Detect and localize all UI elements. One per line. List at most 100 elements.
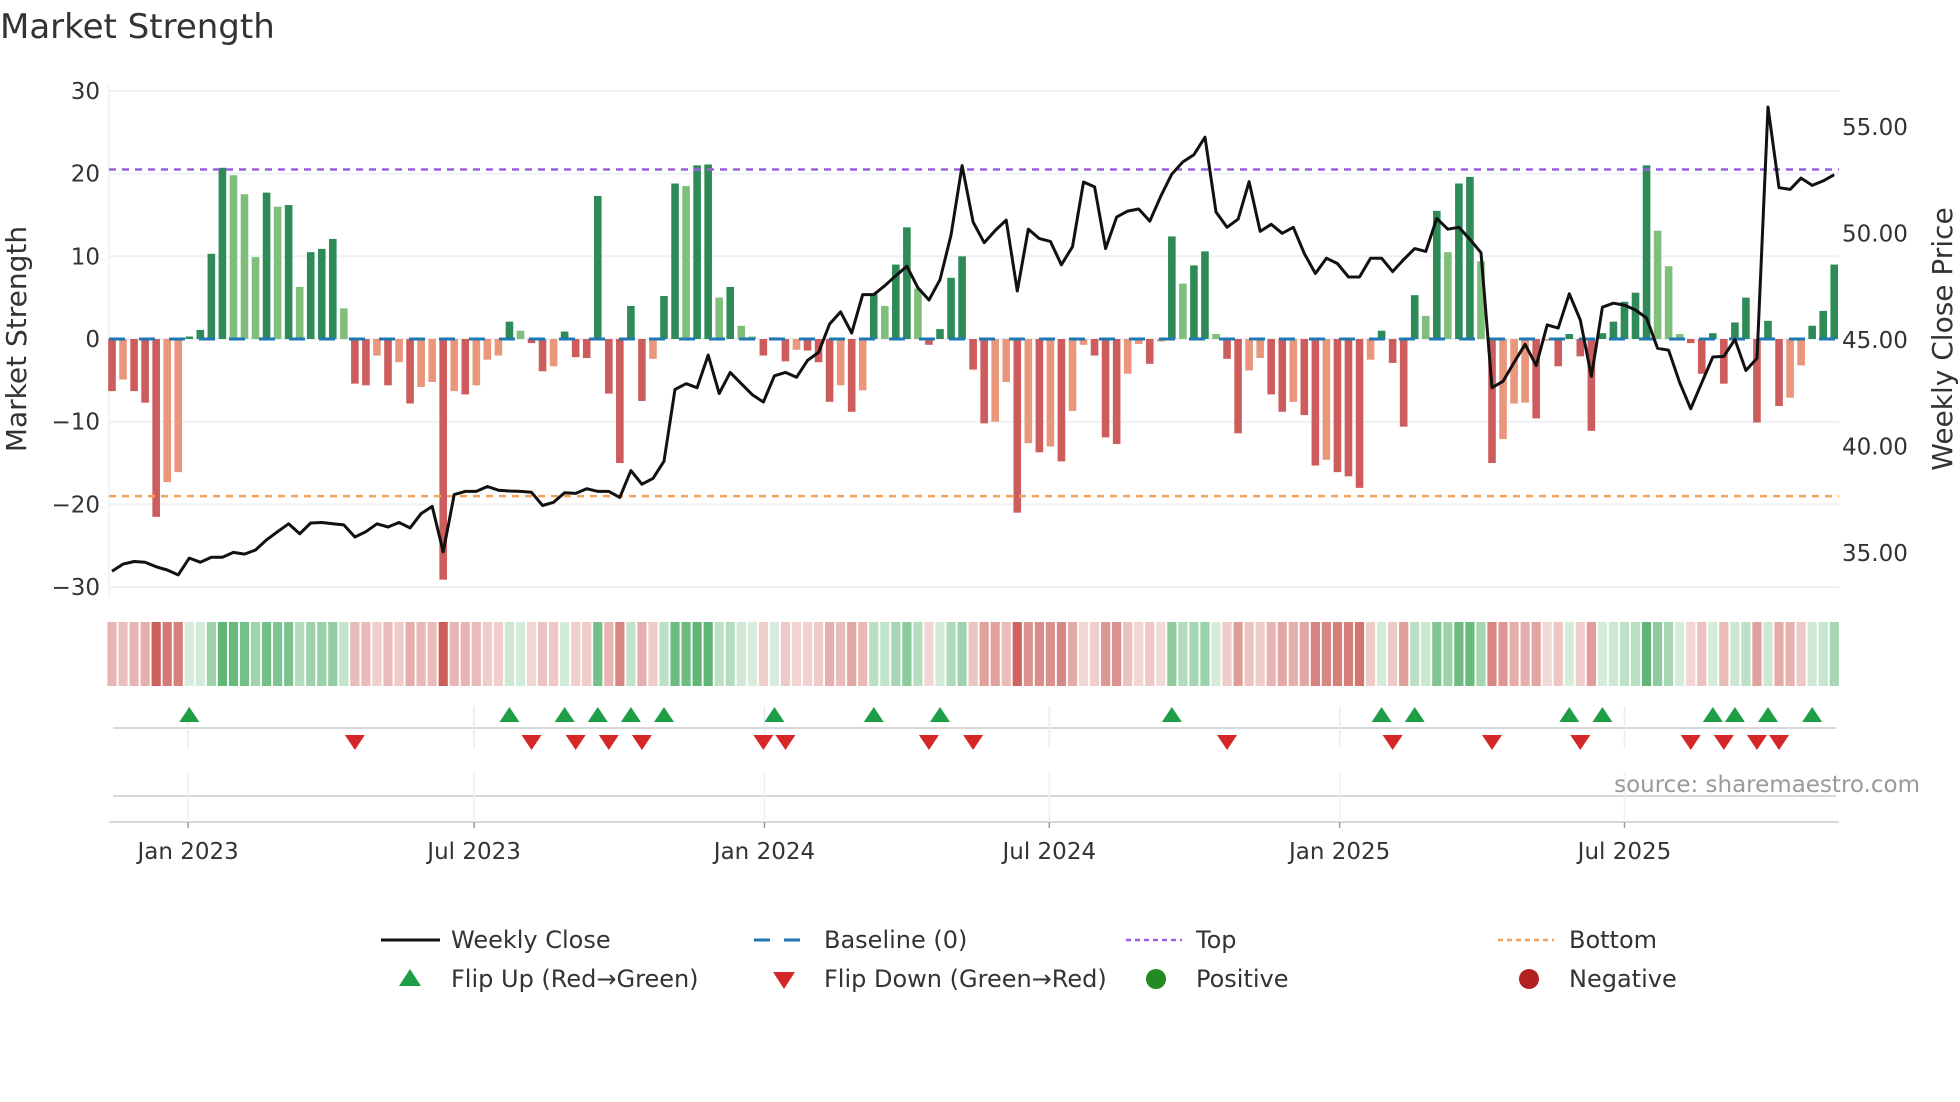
legend-label: Top [1195, 926, 1237, 954]
legend-weekly-close[interactable]: Weekly Close [381, 926, 611, 954]
y2-tick-label: 40.00 [1842, 435, 1908, 461]
legend-flip-up[interactable]: Flip Up (Red→Green) [399, 965, 699, 993]
strength-bar [273, 206, 282, 339]
flip-down-marker [598, 735, 619, 750]
heatmap-cell [604, 622, 614, 686]
heatmap-cell [725, 622, 735, 686]
heatmap-cell [1498, 622, 1508, 686]
strength-bar [1145, 339, 1154, 364]
legend-top[interactable]: Top [1126, 926, 1237, 954]
strength-bar [152, 339, 160, 517]
strength-bar [1112, 339, 1121, 445]
heatmap-cell [1233, 622, 1243, 686]
strength-bar [1653, 230, 1662, 339]
heatmap-cell [825, 622, 835, 686]
heatmap-cell [1310, 622, 1320, 686]
heatmap-cell [1818, 622, 1828, 686]
heatmap-cell [1134, 622, 1144, 686]
legend-flip-down[interactable]: Flip Down (Green→Red) [773, 965, 1107, 993]
strength-bar [836, 339, 845, 386]
flip-markers-panel [109, 706, 1839, 823]
flip-down-marker [918, 735, 939, 750]
strength-bar [605, 339, 613, 394]
heatmap-cell [1531, 622, 1541, 686]
flip-down-marker [1769, 735, 1790, 750]
legend-baseline[interactable]: Baseline (0) [754, 926, 967, 954]
strength-bar [1002, 339, 1011, 383]
strength-bar [1775, 339, 1783, 406]
heatmap-cell [1399, 622, 1409, 686]
y-tick-label: 0 [85, 327, 100, 353]
heatmap-cell [515, 622, 526, 686]
heatmap-cell [383, 622, 393, 686]
strength-bar [803, 339, 812, 351]
flip-down-marker [775, 735, 796, 750]
strength-bar [969, 339, 977, 370]
heatmap-cell [758, 622, 768, 686]
heatmap-cell [1664, 622, 1674, 686]
strength-bar [582, 339, 591, 359]
strength-bar [428, 339, 436, 383]
strength-bar [1576, 339, 1585, 357]
heatmap-cell [1774, 622, 1784, 686]
heatmap-cell [295, 622, 305, 686]
strength-bar [1609, 321, 1618, 339]
heatmap-cell [891, 622, 901, 686]
strength-bar [1510, 339, 1518, 404]
heatmap-cell [173, 622, 183, 686]
strength-bar [1444, 252, 1452, 339]
heatmap-cell [1697, 622, 1707, 686]
strength-bar [1686, 339, 1695, 344]
flip-up-marker [1161, 707, 1182, 722]
left-axis-ticks: 30 20 10 0 −10 −20 −30 [51, 79, 100, 601]
heatmap-cell [1067, 622, 1078, 686]
heatmap-cell [1752, 622, 1762, 686]
heatmap-cell [184, 622, 194, 686]
strength-bar [627, 305, 635, 339]
strength-bar [108, 339, 116, 392]
heatmap-cell [549, 622, 559, 686]
heatmap-cell [1509, 622, 1519, 686]
heatmap-cell [714, 622, 724, 686]
strength-bar [1355, 339, 1364, 488]
heatmap-cell [427, 622, 437, 686]
heatmap-cell [703, 622, 713, 686]
heatmap-cell [615, 622, 625, 686]
strength-bar [251, 257, 260, 339]
reference-lines [109, 168, 1839, 498]
legend-label: Flip Down (Green→Red) [824, 965, 1107, 993]
heatmap-cell [394, 622, 404, 686]
heatmap-cell [1465, 622, 1475, 686]
heatmap-cell [537, 622, 548, 686]
heatmap-cell [1553, 622, 1563, 686]
heatmap-cell [482, 622, 492, 686]
strength-bar [450, 339, 459, 392]
strength-bar [461, 339, 470, 395]
strength-bar [240, 194, 249, 339]
strength-bar [1201, 251, 1209, 339]
flip-down-marker [1713, 735, 1734, 750]
strength-bar [1344, 339, 1353, 477]
strength-bar [351, 339, 359, 384]
flip-up-marker [1404, 707, 1425, 722]
strength-bar [1223, 339, 1231, 359]
strength-bar [516, 330, 525, 339]
strength-bar [1731, 322, 1739, 339]
strength-bar [682, 186, 690, 339]
legend-bottom[interactable]: Bottom [1498, 926, 1657, 954]
legend-negative[interactable]: Negative [1519, 965, 1677, 993]
strength-bar [549, 339, 558, 367]
strength-bar [1013, 339, 1022, 513]
heatmap-cell [670, 622, 680, 686]
heatmap-cell [1730, 622, 1740, 686]
heatmap-cell [1708, 622, 1718, 686]
strength-bar [1742, 297, 1750, 339]
heatmap-cell [1807, 622, 1817, 686]
flip-up-marker [179, 707, 200, 722]
heatmap-cell [913, 622, 923, 686]
heatmap-cell [1520, 622, 1530, 686]
legend-positive[interactable]: Positive [1146, 965, 1289, 993]
heatmap-cell [306, 622, 316, 686]
strength-bar [1565, 334, 1574, 339]
heatmap-cell [560, 622, 570, 686]
